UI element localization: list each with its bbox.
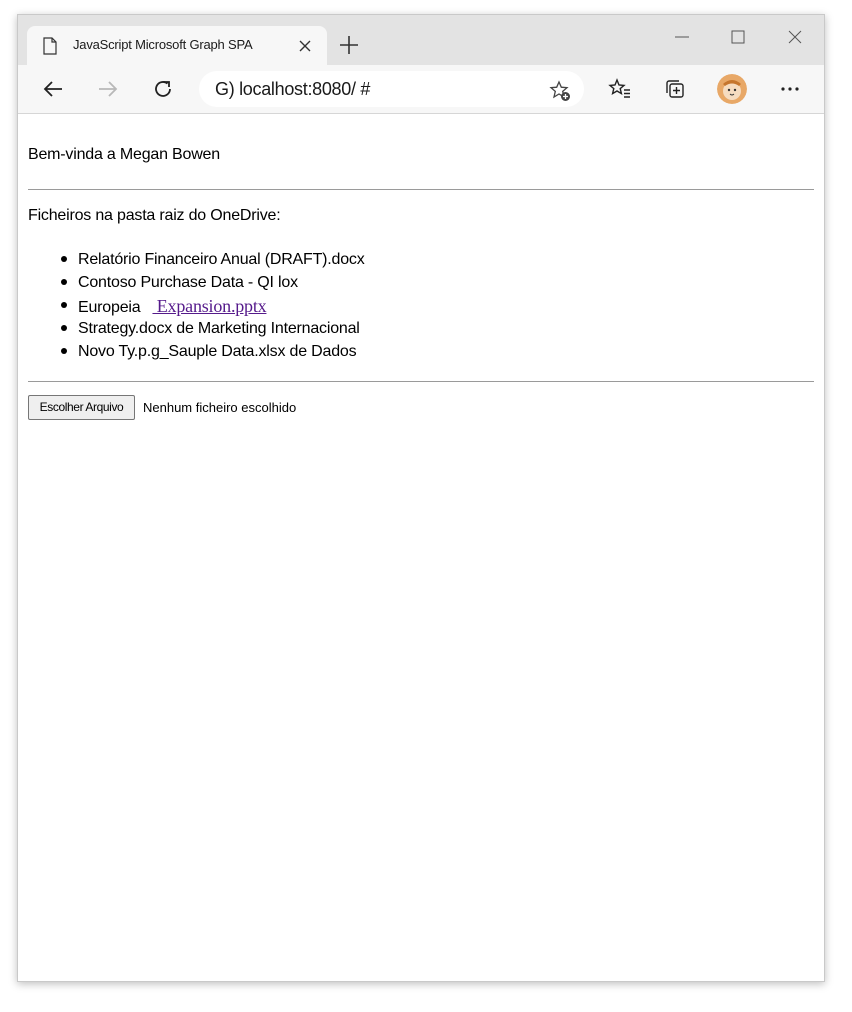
welcome-text: Bem-vinda a Megan Bowen: [28, 146, 220, 163]
tab-strip: JavaScript Microsoft Graph SPA: [18, 15, 824, 65]
browser-window: JavaScript Microsoft Graph SPA G) localh…: [17, 14, 825, 982]
minimize-icon[interactable]: [670, 25, 694, 49]
new-tab-icon[interactable]: [338, 34, 360, 56]
tab-active[interactable]: JavaScript Microsoft Graph SPA: [27, 26, 327, 65]
file-item: Novo Ty.p.g_Sauple Data.xlsx de Dados: [61, 342, 365, 365]
file-item: Contoso Purchase Data - QI lox: [61, 273, 365, 296]
divider-top: [28, 189, 814, 190]
more-icon[interactable]: [778, 77, 802, 101]
file-name: Contoso Purchase Data - QI lox: [78, 274, 298, 291]
avatar-icon: [717, 74, 747, 104]
maximize-icon[interactable]: [726, 25, 750, 49]
file-name: Novo Ty.p.g_Sauple Data.xlsx de Dados: [78, 343, 357, 360]
file-name: Europeia: [78, 299, 141, 316]
collections-icon[interactable]: [663, 77, 687, 101]
back-arrow-icon[interactable]: [41, 77, 65, 101]
url-text[interactable]: G) localhost:8080/ #: [215, 79, 370, 100]
browser-toolbar: G) localhost:8080/ #: [18, 65, 824, 114]
add-favorite-icon[interactable]: [548, 79, 572, 103]
close-tab-icon[interactable]: [297, 38, 313, 54]
document-icon: [43, 37, 57, 55]
address-bar[interactable]: G) localhost:8080/ #: [199, 71, 584, 107]
close-window-icon[interactable]: [783, 25, 807, 49]
favorites-icon[interactable]: [608, 77, 632, 101]
file-item: Strategy.docx de Marketing Internacional: [61, 319, 365, 342]
page-content: Bem-vinda a Megan Bowen Ficheiros na pas…: [18, 114, 824, 981]
file-item: Relatório Financeiro Anual (DRAFT).docx: [61, 250, 365, 273]
choose-file-button[interactable]: Escolher Arquivo: [28, 395, 135, 420]
file-link[interactable]: Expansion.pptx: [152, 296, 267, 316]
forward-arrow-icon[interactable]: [96, 77, 120, 101]
file-status-text: Nenhum ficheiro escolhido: [143, 400, 297, 415]
file-list: Relatório Financeiro Anual (DRAFT).docx …: [61, 250, 365, 365]
divider-bottom: [28, 381, 814, 382]
tab-title: JavaScript Microsoft Graph SPA: [73, 37, 253, 52]
file-item: Europeia Expansion.pptx: [61, 296, 365, 319]
refresh-icon[interactable]: [151, 77, 175, 101]
profile-avatar[interactable]: [717, 74, 747, 104]
files-heading: Ficheiros na pasta raiz do OneDrive:: [28, 207, 281, 224]
file-name: Strategy.docx de Marketing Internacional: [78, 320, 360, 337]
file-name: Relatório Financeiro Anual (DRAFT).docx: [78, 251, 365, 268]
